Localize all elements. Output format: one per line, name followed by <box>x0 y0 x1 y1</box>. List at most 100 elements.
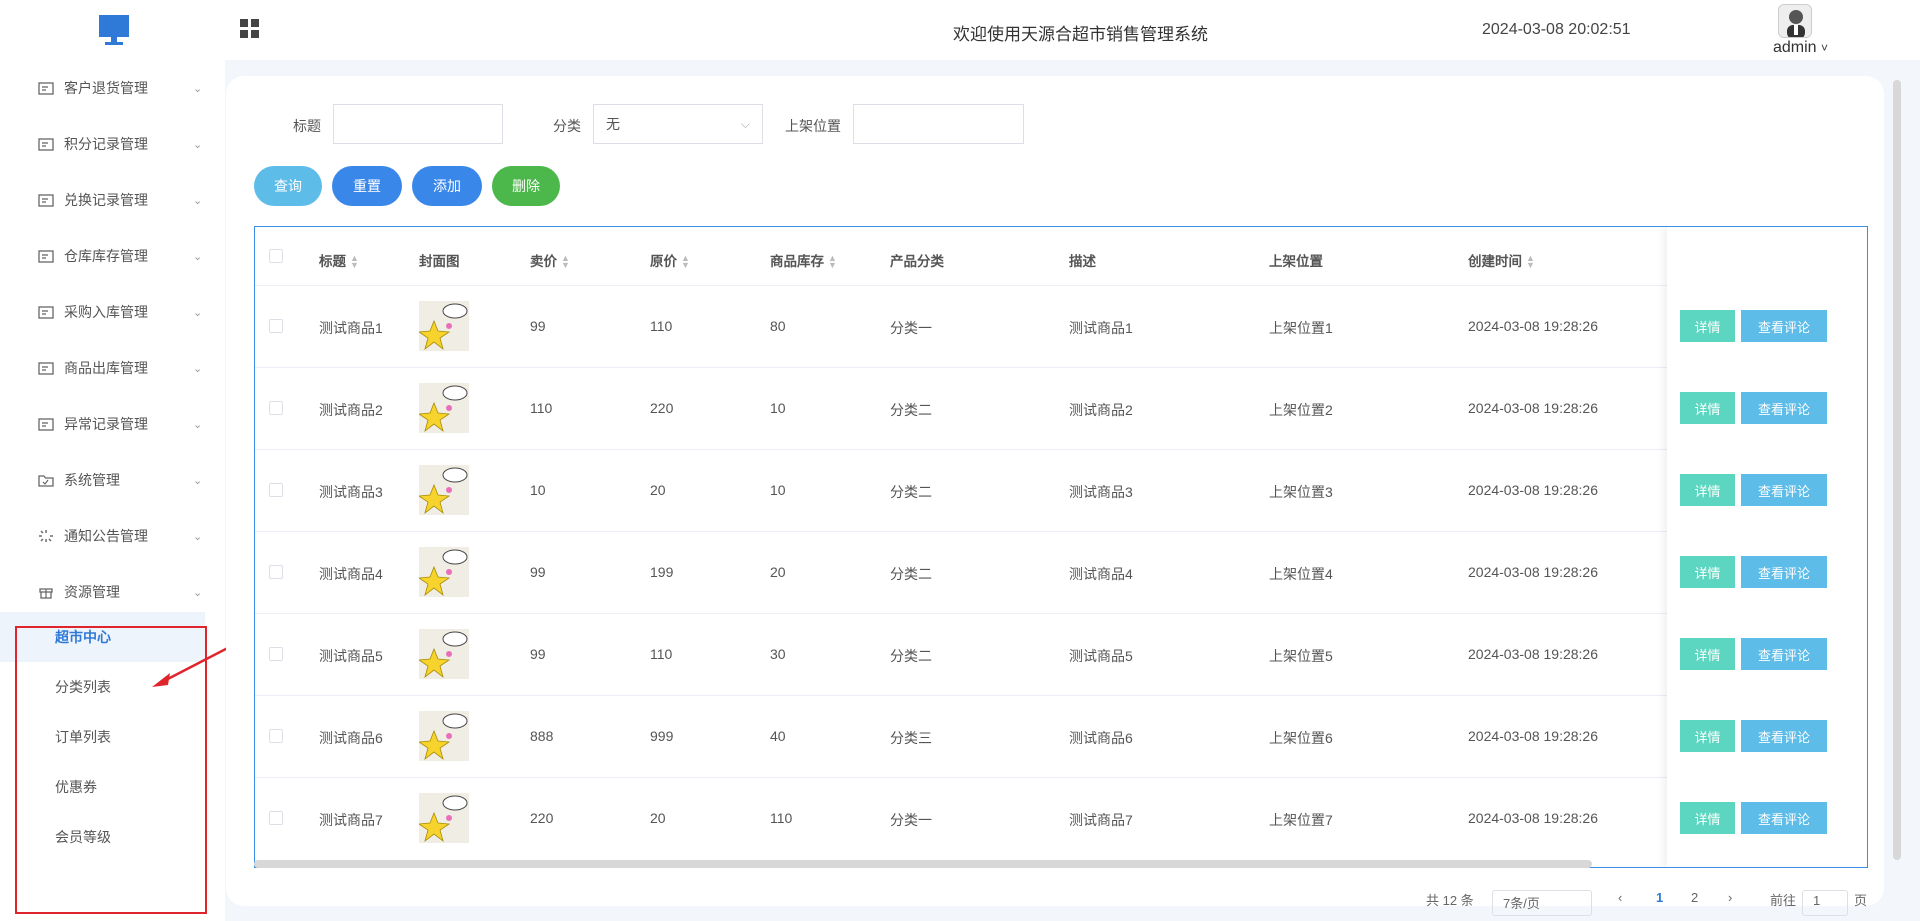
sidebar-item-7[interactable]: 异常记录管理 ⌄ <box>0 396 225 452</box>
submenu-item-5[interactable]: 会员等级 <box>0 812 205 862</box>
view-comments-button[interactable]: 查看评论 <box>1741 720 1827 752</box>
next-page-button[interactable]: › <box>1728 890 1732 905</box>
cell-price: 110 <box>530 400 553 416</box>
cell-stock: 10 <box>770 482 786 498</box>
row-checkbox[interactable] <box>269 811 283 825</box>
column-header: 产品分类 <box>890 250 944 270</box>
title-filter-input[interactable] <box>333 104 503 144</box>
submenu-item-3[interactable]: 订单列表 <box>0 712 205 762</box>
avatar[interactable] <box>1778 4 1812 38</box>
cover-image[interactable] <box>417 383 469 433</box>
view-comments-button[interactable]: 查看评论 <box>1741 392 1827 424</box>
cell-orig: 220 <box>650 400 674 416</box>
sort-icon[interactable]: ▲ ▼ <box>1526 254 1535 270</box>
sidebar-item-6[interactable]: 商品出库管理 ⌄ <box>0 340 225 396</box>
horizontal-scrollbar[interactable] <box>254 860 1592 868</box>
column-header[interactable]: 商品库存 ▲ ▼ <box>770 250 837 270</box>
vertical-scrollbar[interactable] <box>1893 80 1901 860</box>
sidebar-item-3[interactable]: 兑换记录管理 ⌄ <box>0 172 225 228</box>
table-row[interactable]: 测试商品3 10 20 10 分类二 测试商品3 上架位置3 2024-03-08 19:28… <box>255 449 1867 531</box>
category-select[interactable]: 无 ⌵ <box>593 104 763 144</box>
page-1-button[interactable]: 1 <box>1656 890 1663 905</box>
sort-icon[interactable]: ▲ ▼ <box>828 254 837 270</box>
submenu-item-4[interactable]: 优惠券 <box>0 762 205 812</box>
sidebar-item-8[interactable]: 系统管理 ⌄ <box>0 452 225 508</box>
chevron-down-icon: ⌄ <box>193 250 203 263</box>
detail-button[interactable]: 详情 <box>1680 720 1735 752</box>
sidebar-item-4[interactable]: 仓库库存管理 ⌄ <box>0 228 225 284</box>
add-button[interactable]: 添加 <box>412 166 482 206</box>
table-row[interactable]: 测试商品4 99 199 20 分类二 测试商品4 上架位置4 2024-03-08 19:2… <box>255 531 1867 613</box>
cell-desc: 测试商品1 <box>1069 320 1133 336</box>
cover-image[interactable] <box>417 711 469 761</box>
page-size-select[interactable]: 7条/页 <box>1492 890 1592 916</box>
cover-image[interactable] <box>417 793 469 843</box>
cell-price: 888 <box>530 728 554 744</box>
column-header[interactable]: 标题 ▲ ▼ <box>319 250 359 270</box>
table-row[interactable]: 测试商品7 220 20 110 分类一 测试商品7 上架位置7 2024-03-08 19:… <box>255 777 1867 859</box>
list-icon <box>38 362 54 375</box>
header-datetime: 2024-03-08 20:02:51 <box>1482 21 1631 38</box>
column-header[interactable]: 原价 ▲ ▼ <box>650 250 690 270</box>
query-button[interactable]: 查询 <box>254 166 322 206</box>
cover-image[interactable] <box>417 547 469 597</box>
reset-button[interactable]: 重置 <box>332 166 402 206</box>
username-dropdown[interactable]: admin ˅ <box>1773 39 1828 57</box>
view-comments-button[interactable]: 查看评论 <box>1741 310 1827 342</box>
table-row[interactable]: 测试商品1 99 110 80 分类一 测试商品1 上架位置1 2024-03-08 19:2… <box>255 285 1867 367</box>
page-2-button[interactable]: 2 <box>1691 890 1698 905</box>
sidebar-item-label: 商品出库管理 <box>64 360 148 376</box>
view-comments-button[interactable]: 查看评论 <box>1741 556 1827 588</box>
row-checkbox[interactable] <box>269 401 283 415</box>
column-header-label: 描述 <box>1069 254 1096 269</box>
detail-button[interactable]: 详情 <box>1680 802 1735 834</box>
select-all-checkbox[interactable] <box>269 249 283 263</box>
prev-page-button[interactable]: ‹ <box>1618 890 1622 905</box>
row-checkbox[interactable] <box>269 647 283 661</box>
submenu-item-label: 会员等级 <box>55 829 111 845</box>
table-row[interactable]: 测试商品5 99 110 30 分类二 测试商品5 上架位置5 2024-03-08 19:2… <box>255 613 1867 695</box>
cell-desc: 测试商品3 <box>1069 484 1133 500</box>
detail-button[interactable]: 详情 <box>1680 310 1735 342</box>
sort-icon[interactable]: ▲ ▼ <box>681 254 690 270</box>
position-filter-input[interactable] <box>853 104 1024 144</box>
row-checkbox[interactable] <box>269 729 283 743</box>
cell-price: 220 <box>530 810 554 826</box>
cell-created: 2024-03-08 19:28:26 <box>1468 646 1598 662</box>
column-header[interactable]: 卖价 ▲ ▼ <box>530 250 570 270</box>
cover-image[interactable] <box>417 301 469 351</box>
view-comments-button[interactable]: 查看评论 <box>1741 474 1827 506</box>
detail-button[interactable]: 详情 <box>1680 392 1735 424</box>
table-row[interactable]: 测试商品2 110 220 10 分类二 测试商品2 上架位置2 2024-03-08 19:… <box>255 367 1867 449</box>
delete-button[interactable]: 删除 <box>492 166 560 206</box>
sidebar-item-2[interactable]: 积分记录管理 ⌄ <box>0 116 225 172</box>
goto-page-input[interactable]: 1 <box>1802 890 1848 916</box>
detail-button[interactable]: 详情 <box>1680 556 1735 588</box>
position-filter-label: 上架位置 <box>785 118 841 134</box>
row-checkbox[interactable] <box>269 483 283 497</box>
detail-button[interactable]: 详情 <box>1680 474 1735 506</box>
sort-icon[interactable]: ▲ ▼ <box>561 254 570 270</box>
sidebar-item-5[interactable]: 采购入库管理 ⌄ <box>0 284 225 340</box>
cell-category: 分类二 <box>890 402 932 418</box>
detail-button[interactable]: 详情 <box>1680 638 1735 670</box>
sort-icon[interactable]: ▲ ▼ <box>350 254 359 270</box>
view-comments-button[interactable]: 查看评论 <box>1741 638 1827 670</box>
main-panel: 标题 分类 无 ⌵ 上架位置 查询 重置 添加 删除 标题 ▲ ▼ 封面图 卖价 ▲ ▼ 原价… <box>226 76 1884 916</box>
column-header[interactable]: 创建时间 ▲ ▼ <box>1468 250 1535 270</box>
cell-position: 上架位置5 <box>1269 648 1333 664</box>
sidebar-item-9[interactable]: 通知公告管理 ⌄ <box>0 508 225 564</box>
table-row[interactable]: 测试商品6 888 999 40 分类三 测试商品6 上架位置6 2024-03-08 19:… <box>255 695 1867 777</box>
row-checkbox[interactable] <box>269 319 283 333</box>
user-avatar-icon <box>1779 5 1811 37</box>
cover-image[interactable] <box>417 629 469 679</box>
list-icon <box>38 418 54 431</box>
cover-image[interactable] <box>417 465 469 515</box>
folder-icon <box>38 475 54 487</box>
row-checkbox[interactable] <box>269 565 283 579</box>
menu-grid-icon[interactable] <box>239 18 261 40</box>
sidebar-item-1[interactable]: 客户退货管理 ⌄ <box>0 60 225 116</box>
view-comments-button[interactable]: 查看评论 <box>1741 802 1827 834</box>
submenu-item-label: 优惠券 <box>55 779 97 795</box>
cell-orig: 20 <box>650 482 666 498</box>
